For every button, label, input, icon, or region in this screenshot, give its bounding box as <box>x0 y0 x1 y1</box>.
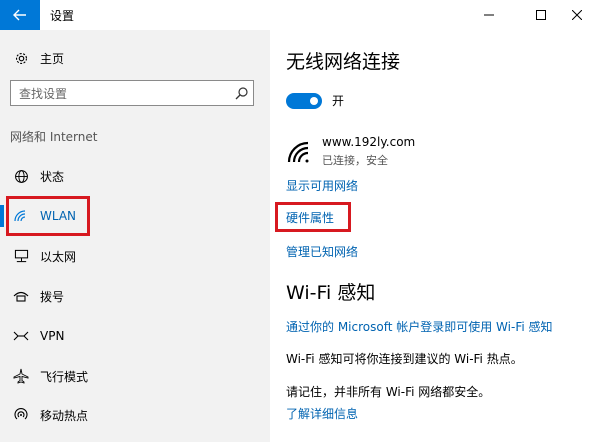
sidebar: 主页 网络和 Internet 状态 <box>0 30 270 442</box>
sidebar-item-home[interactable]: 主页 <box>0 44 270 72</box>
sidebar-item-label: VPN <box>40 329 65 343</box>
toggle-state-label: 开 <box>332 94 345 108</box>
sidebar-group-label: 网络和 Internet <box>10 130 98 144</box>
show-available-networks-link[interactable]: 显示可用网络 <box>286 177 358 194</box>
airplane-icon <box>13 368 29 384</box>
vpn-icon <box>13 328 29 344</box>
wifi-toggle[interactable] <box>286 93 322 109</box>
sidebar-item-ethernet[interactable]: 以太网 <box>0 242 270 270</box>
sidebar-item-dialup[interactable]: 拨号 <box>0 282 270 310</box>
settings-window: 设置 主页 查找设置 网络和 Internet 状态 WLAN 以太网 拨号 V… <box>0 0 600 442</box>
window-title: 设置 <box>50 9 75 23</box>
wifi-sense-title: Wi-Fi 感知 <box>286 282 376 304</box>
highlight-box-hardware <box>275 202 351 232</box>
maximize-icon <box>536 10 546 20</box>
close-icon <box>572 10 582 20</box>
sidebar-item-label: 飞行模式 <box>40 369 89 384</box>
sidebar-item-label: 拨号 <box>40 289 65 304</box>
minimize-button[interactable] <box>466 0 512 30</box>
search-icon[interactable] <box>235 85 249 104</box>
toggle-knob <box>310 97 318 105</box>
gear-icon <box>13 50 29 66</box>
close-button[interactable] <box>554 0 600 30</box>
hotspot-icon <box>13 407 29 423</box>
globe-icon <box>13 168 29 184</box>
wifi-signal-icon <box>287 141 309 163</box>
wifi-sense-note: 请记住，并非所有 Wi-Fi 网络都安全。 <box>286 385 491 399</box>
main-content: 无线网络连接 开 www.192ly.com 已连接，安全 显示可用网络 硬件属… <box>270 30 600 442</box>
title-bar: 设置 <box>0 0 600 30</box>
sidebar-item-label: 移动热点 <box>40 408 89 423</box>
sidebar-item-vpn[interactable]: VPN <box>0 322 270 350</box>
search-input[interactable] <box>17 84 231 104</box>
back-arrow-icon <box>13 9 26 21</box>
wifi-sense-description: Wi-Fi 感知可将你连接到建议的 Wi-Fi 热点。 <box>286 352 523 366</box>
microsoft-signin-link[interactable]: 通过你的 Microsoft 帐户登录即可使用 Wi-Fi 感知 <box>286 318 553 335</box>
sidebar-item-airplane[interactable]: 飞行模式 <box>0 362 270 390</box>
sidebar-home-label: 主页 <box>40 51 65 66</box>
sidebar-item-status[interactable]: 状态 <box>0 162 270 190</box>
back-button[interactable] <box>0 0 40 30</box>
sidebar-item-hotspot[interactable]: 移动热点 <box>0 401 270 429</box>
minimize-icon <box>484 14 494 16</box>
highlight-box-wlan <box>6 196 90 236</box>
sidebar-item-label: 以太网 <box>40 249 77 264</box>
network-name: www.192ly.com <box>322 135 416 149</box>
manage-known-networks-link[interactable]: 管理已知网络 <box>286 243 358 260</box>
page-title: 无线网络连接 <box>286 51 401 73</box>
dialup-icon <box>13 288 29 304</box>
learn-more-link[interactable]: 了解详细信息 <box>286 405 358 422</box>
ethernet-icon <box>13 248 29 264</box>
network-status: 已连接，安全 <box>322 154 388 167</box>
sidebar-item-label: 状态 <box>40 169 65 184</box>
search-box[interactable] <box>10 80 254 106</box>
